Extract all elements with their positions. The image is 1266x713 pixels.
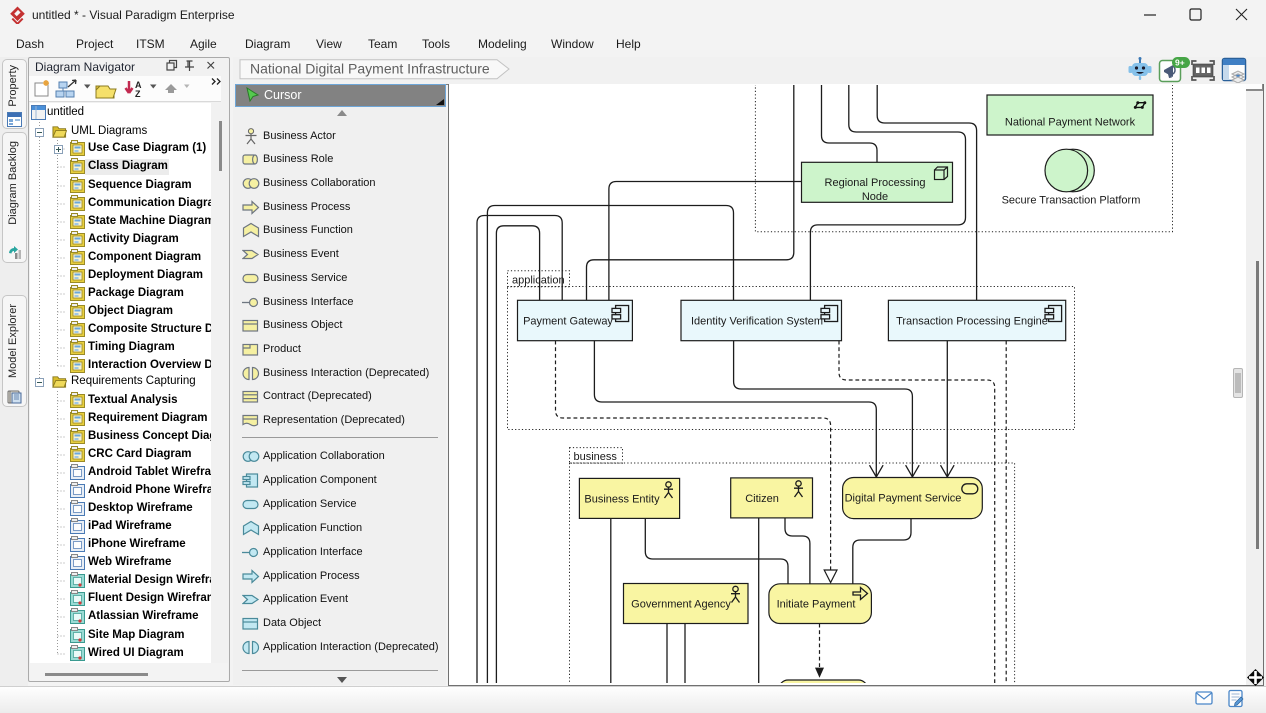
svg-text:National Digital Payment Infra: National Digital Payment Infrastructure bbox=[250, 60, 490, 76]
svg-text:Digital Payment Service: Digital Payment Service bbox=[845, 493, 962, 505]
svg-text:Government Agency: Government Agency bbox=[631, 599, 731, 611]
svg-text:Z: Z bbox=[135, 89, 141, 99]
svg-text:National Payment Network: National Payment Network bbox=[1005, 117, 1136, 129]
svg-text:Identity Verification System: Identity Verification System bbox=[691, 316, 823, 328]
svg-text:9+: 9+ bbox=[1175, 58, 1185, 68]
svg-text:Transaction Processing Engine: Transaction Processing Engine bbox=[896, 316, 1048, 328]
svg-text:Payment Gateway: Payment Gateway bbox=[523, 316, 613, 328]
svg-text:Initiate Payment: Initiate Payment bbox=[777, 599, 856, 611]
svg-text:Business Entity: Business Entity bbox=[584, 494, 660, 506]
svg-text:Regional Processing: Regional Processing bbox=[825, 177, 926, 189]
svg-text:Citizen: Citizen bbox=[745, 493, 779, 505]
svg-text:business: business bbox=[574, 451, 618, 463]
svg-text:Secure Transaction Platform: Secure Transaction Platform bbox=[1002, 195, 1141, 207]
svg-text:Node: Node bbox=[862, 191, 888, 203]
svg-text:application: application bbox=[512, 275, 565, 287]
